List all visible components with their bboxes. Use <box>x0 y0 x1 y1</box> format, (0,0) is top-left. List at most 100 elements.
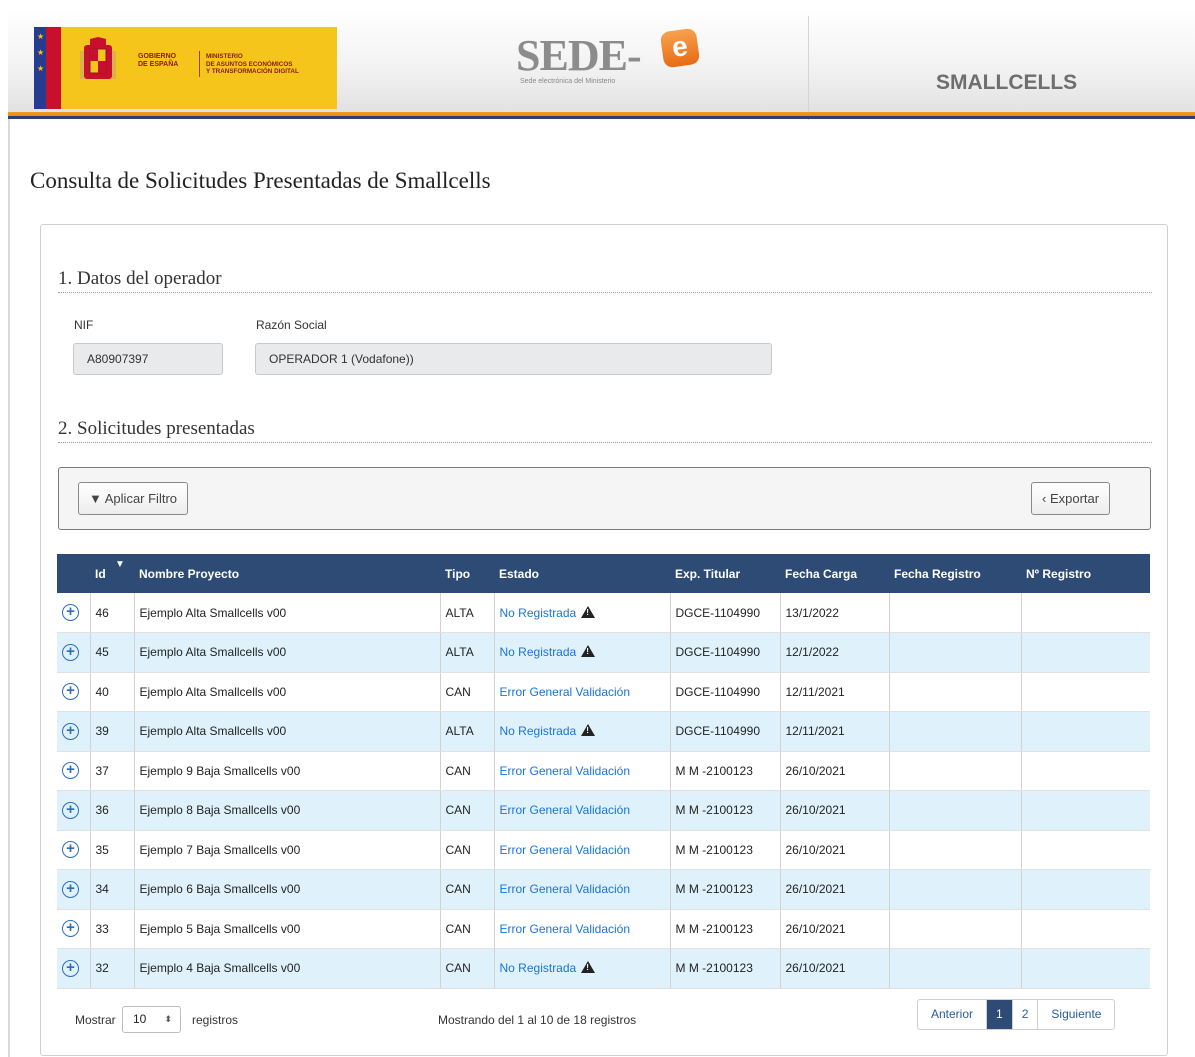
table-row[interactable]: +35 Ejemplo 7 Baja Smallcells v00 CAN Error… <box>57 830 1150 870</box>
cell-tipo: ALTA <box>439 711 494 752</box>
government-logo[interactable]: ★ ★ ★ GOBIERNO DE ESPAÑA MINISTERIO DE A… <box>34 27 337 109</box>
estado-link[interactable]: Error General Validación <box>500 685 631 699</box>
estado-link[interactable]: No Registrada <box>500 961 577 975</box>
cell-nombre: Ejemplo 8 Baja Smallcells v00 <box>133 790 440 831</box>
warning-icon[interactable] <box>581 645 596 658</box>
export-button[interactable]: ‹ Exportar <box>1031 482 1111 515</box>
government-label: GOBIERNO DE ESPAÑA <box>138 53 179 68</box>
column-header-nombre[interactable]: Nombre Proyecto <box>134 554 440 593</box>
ministry-label: MINISTERIO DE ASUNTOS ECONÓMICOS Y TRANS… <box>206 53 299 75</box>
pagination-next[interactable]: Siguiente <box>1038 1000 1114 1029</box>
table-row[interactable]: +39 Ejemplo Alta Smallcells v00 ALTA No Reg… <box>57 711 1150 752</box>
table-row[interactable]: +45 Ejemplo Alta Smallcells v00 ALTA No Reg… <box>57 632 1150 673</box>
cell-tipo: ALTA <box>439 593 494 633</box>
cell-exp-titular: DGCE-1104990 <box>669 672 780 712</box>
table-row[interactable]: +36 Ejemplo 8 Baja Smallcells v00 CAN Error… <box>57 790 1150 831</box>
table-row[interactable]: +34 Ejemplo 6 Baja Smallcells v00 CAN Error… <box>57 869 1150 910</box>
nif-field[interactable]: A80907397 <box>73 343 223 375</box>
sede-logo[interactable]: SEDE- e Sede electrónica del Ministerio <box>516 24 716 94</box>
expand-row-icon[interactable]: + <box>62 683 79 701</box>
table-row[interactable]: +37 Ejemplo 9 Baja Smallcells v00 CAN Error… <box>57 751 1150 791</box>
cell-tipo: CAN <box>439 672 494 712</box>
razon-social-field[interactable]: OPERADOR 1 (Vodafone)) <box>255 343 772 375</box>
estado-link[interactable]: No Registrada <box>500 645 577 659</box>
table-row[interactable]: +40 Ejemplo Alta Smallcells v00 CAN Error G… <box>57 672 1150 712</box>
expand-row-icon[interactable]: + <box>62 643 79 661</box>
cell-fecha-registro <box>888 909 1021 949</box>
expand-row-icon[interactable]: + <box>62 762 79 780</box>
warning-icon[interactable] <box>581 961 596 974</box>
eu-flag-icon: ★ ★ ★ <box>34 27 51 109</box>
column-header-n-registro[interactable]: Nº Registro <box>1021 554 1150 593</box>
pagination: Anterior 1 2 Siguiente <box>917 999 1116 1030</box>
cell-estado: Error General Validación <box>493 790 670 831</box>
estado-link[interactable]: Error General Validación <box>500 922 631 936</box>
cell-exp-titular: DGCE-1104990 <box>669 711 780 752</box>
pagination-page-1[interactable]: 1 <box>987 1000 1013 1029</box>
cell-n-registro <box>1020 790 1150 831</box>
apply-filter-button[interactable]: ▼ Aplicar Filtro <box>78 482 188 515</box>
expand-row-icon[interactable]: + <box>62 604 79 621</box>
page-size-select[interactable]: 10 ⬍ <box>122 1006 181 1033</box>
cell-exp-titular: M M -2100123 <box>669 948 780 989</box>
cell-nombre: Ejemplo 7 Baja Smallcells v00 <box>133 830 440 870</box>
table-row[interactable]: +46 Ejemplo Alta Smallcells v00 ALTA No Reg… <box>57 593 1150 633</box>
cell-exp-titular: M M -2100123 <box>669 909 780 949</box>
cell-estado: Error General Validación <box>493 830 670 870</box>
cell-n-registro <box>1020 632 1150 673</box>
column-header-fecha-registro[interactable]: Fecha Registro <box>889 554 1021 593</box>
estado-link[interactable]: Error General Validación <box>500 803 631 817</box>
cell-n-registro <box>1020 948 1150 989</box>
estado-link[interactable]: Error General Validación <box>500 764 631 778</box>
cell-nombre: Ejemplo 6 Baja Smallcells v00 <box>133 869 440 910</box>
column-header-exp-titular[interactable]: Exp. Titular <box>670 554 780 593</box>
cell-estado: Error General Validación <box>493 751 670 791</box>
cell-estado: Error General Validación <box>493 909 670 949</box>
cell-nombre: Ejemplo Alta Smallcells v00 <box>133 711 440 752</box>
pagination-previous[interactable]: Anterior <box>918 1000 988 1029</box>
cell-n-registro <box>1020 711 1150 752</box>
table-row[interactable]: +33 Ejemplo 5 Baja Smallcells v00 CAN Error… <box>57 909 1150 949</box>
cell-nombre: Ejemplo 9 Baja Smallcells v00 <box>133 751 440 791</box>
warning-icon[interactable] <box>581 605 596 618</box>
updown-icon: ⬍ <box>164 1014 172 1024</box>
pagination-page-2[interactable]: 2 <box>1013 1000 1039 1029</box>
cell-exp-titular: M M -2100123 <box>669 790 780 831</box>
cell-fecha-registro <box>888 632 1021 673</box>
column-header-tipo[interactable]: Tipo <box>440 554 494 593</box>
table-row[interactable]: +32 Ejemplo 4 Baja Smallcells v00 CAN No Re… <box>57 948 1150 989</box>
column-header-fecha-carga[interactable]: Fecha Carga <box>780 554 889 593</box>
cell-id: 39 <box>89 711 134 752</box>
expand-row-icon[interactable]: + <box>62 880 79 898</box>
cell-tipo: CAN <box>439 909 494 949</box>
cell-fecha-registro <box>888 672 1021 712</box>
cell-n-registro <box>1020 830 1150 870</box>
cell-id: 35 <box>89 830 134 870</box>
cell-fecha-registro <box>888 869 1021 910</box>
warning-icon[interactable] <box>581 724 596 737</box>
estado-link[interactable]: Error General Validación <box>500 843 631 857</box>
cell-id: 37 <box>89 751 134 791</box>
sede-wordmark: SEDE- <box>516 31 642 80</box>
cell-estado: No Registrada <box>493 948 670 989</box>
cell-exp-titular: DGCE-1104990 <box>669 632 780 673</box>
estado-link[interactable]: No Registrada <box>500 724 577 738</box>
column-header-id[interactable]: Id ▼ <box>90 554 134 593</box>
cell-id: 34 <box>89 869 134 910</box>
cell-id: 33 <box>89 909 134 949</box>
page-size-value: 10 <box>133 1012 147 1026</box>
cell-n-registro <box>1020 672 1150 712</box>
expand-row-icon[interactable]: + <box>62 722 79 740</box>
estado-link[interactable]: No Registrada <box>500 606 577 620</box>
requests-table: Id ▼ Nombre Proyecto Tipo Estado Exp. Tit… <box>57 554 1150 989</box>
expand-row-icon[interactable]: + <box>62 920 79 938</box>
expand-row-icon[interactable]: + <box>62 801 79 819</box>
column-header-estado[interactable]: Estado <box>494 554 670 593</box>
cell-nombre: Ejemplo 5 Baja Smallcells v00 <box>133 909 440 949</box>
expand-row-icon[interactable]: + <box>62 959 79 977</box>
estado-link[interactable]: Error General Validación <box>500 882 631 896</box>
expand-row-icon[interactable]: + <box>62 841 79 859</box>
cell-estado: Error General Validación <box>493 869 670 910</box>
cell-n-registro <box>1020 751 1150 791</box>
cell-fecha-carga: 12/11/2021 <box>779 711 889 752</box>
